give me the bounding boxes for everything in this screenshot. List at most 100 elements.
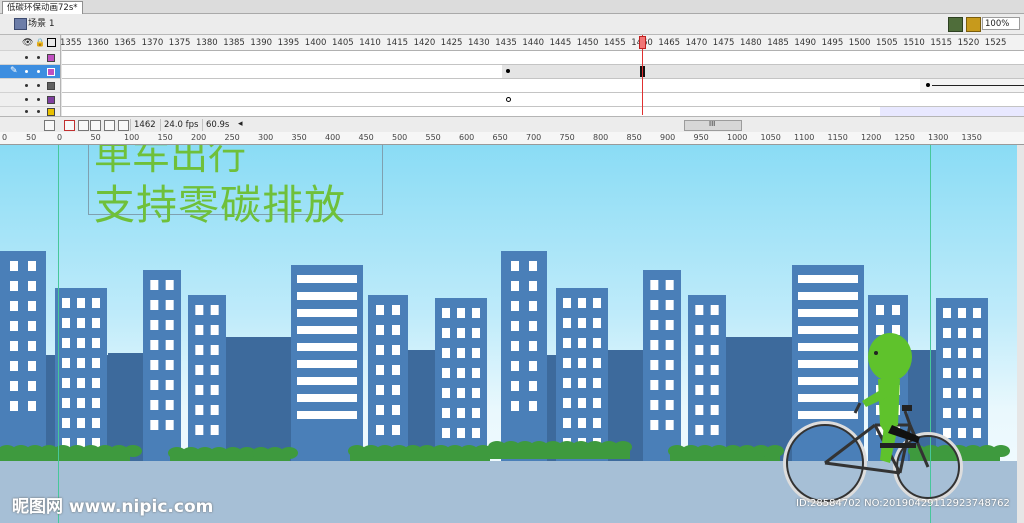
- building-window: [195, 325, 204, 335]
- building-window: [28, 281, 36, 291]
- frame-row[interactable]: [62, 65, 1024, 79]
- layer-row[interactable]: [0, 79, 60, 93]
- onion-skin-icon[interactable]: [78, 120, 89, 131]
- edit-symbol-icon[interactable]: [966, 17, 981, 32]
- building-window: [210, 405, 219, 415]
- stage-canvas[interactable]: 单车出行 支持零碳排放 昵图网 www.nipic.com ID:2858470…: [0, 145, 1024, 523]
- building-window: [665, 420, 674, 430]
- elapsed-time: 60.9s: [202, 119, 232, 131]
- building-window: [876, 305, 884, 315]
- lock-dot[interactable]: [37, 56, 40, 59]
- layer-color-swatch[interactable]: [47, 96, 55, 104]
- frame-number: 1410: [359, 38, 381, 48]
- visibility-dot[interactable]: [25, 70, 28, 73]
- building-window: [376, 365, 384, 375]
- outline-icon[interactable]: [47, 38, 56, 47]
- frame-span[interactable]: [502, 65, 1024, 78]
- ruler-label: 900: [660, 133, 676, 142]
- building-window: [10, 341, 18, 351]
- building-window: [529, 261, 537, 271]
- building-window: [511, 361, 519, 371]
- building-window: [442, 328, 450, 338]
- keyframe[interactable]: [506, 69, 510, 73]
- layer-row[interactable]: [0, 93, 60, 107]
- zoom-field[interactable]: 100%: [982, 17, 1020, 30]
- guide-line[interactable]: [58, 145, 59, 523]
- center-frame-icon[interactable]: [64, 120, 75, 131]
- scroll-left-arrow[interactable]: ◂: [238, 119, 243, 129]
- layer-row-active[interactable]: ✎: [0, 65, 60, 79]
- layer-color-swatch[interactable]: [47, 54, 55, 62]
- visibility-dot[interactable]: [25, 56, 28, 59]
- building-window: [442, 368, 450, 378]
- building-window: [195, 425, 204, 435]
- building-window: [62, 298, 70, 308]
- lock-dot[interactable]: [37, 98, 40, 101]
- building-window: [511, 381, 519, 391]
- building-window: [297, 360, 357, 368]
- empty-keyframe[interactable]: [506, 97, 511, 102]
- building-window: [150, 420, 159, 430]
- bike-handlebar: [902, 405, 912, 411]
- edit-scene-icon[interactable]: [948, 17, 963, 32]
- frame-row[interactable]: [62, 51, 1024, 65]
- layer-color-swatch[interactable]: [47, 68, 55, 76]
- building-window: [376, 425, 384, 435]
- ruler-label: 600: [459, 133, 475, 142]
- frame-number: 1360: [87, 38, 109, 48]
- building-window: [297, 377, 357, 385]
- eye-icon[interactable]: 👁: [22, 38, 33, 48]
- building-window: [593, 338, 601, 348]
- building-window: [195, 405, 204, 415]
- building: [501, 251, 547, 463]
- building-window: [392, 305, 400, 315]
- visibility-dot[interactable]: [25, 110, 28, 113]
- stage-vertical-scrollbar[interactable]: [1017, 145, 1024, 523]
- frame-ruler[interactable]: 1355 1360 1365 1370 1375 1380 1385 1390 1395 1400…: [60, 35, 1024, 51]
- building-window: [665, 320, 674, 330]
- bush-leaf: [614, 441, 632, 453]
- frame-number: 1425: [440, 38, 463, 48]
- frame-number: 1525: [984, 38, 1007, 48]
- frame-rate[interactable]: 24.0 fps: [160, 119, 201, 131]
- lock-dot[interactable]: [37, 110, 40, 113]
- lock-dot[interactable]: [37, 70, 40, 73]
- building-window: [165, 400, 174, 410]
- scene-label[interactable]: 场景 1: [28, 18, 55, 30]
- layer-color-swatch[interactable]: [47, 82, 55, 90]
- onion-markers-icon[interactable]: [118, 120, 129, 131]
- timeline-scroll-thumb[interactable]: III: [684, 120, 742, 131]
- edit-multiple-frames-icon[interactable]: [104, 120, 115, 131]
- building-window: [710, 345, 719, 355]
- building: [643, 270, 681, 463]
- layer-color-swatch[interactable]: [47, 108, 55, 116]
- onion-outline-icon[interactable]: [90, 120, 101, 131]
- watermark: 昵图网 www.nipic.com: [12, 497, 214, 517]
- visibility-dot[interactable]: [25, 84, 28, 87]
- lock-icon[interactable]: 🔒: [35, 38, 45, 47]
- frame-row[interactable]: [62, 79, 1024, 93]
- lock-dot[interactable]: [37, 84, 40, 87]
- building-window: [695, 305, 704, 315]
- building-window: [593, 358, 601, 368]
- building: [143, 270, 181, 463]
- frame-row[interactable]: [62, 93, 1024, 107]
- building-window: [210, 425, 219, 435]
- layer-row[interactable]: [0, 51, 60, 65]
- building-window: [28, 301, 36, 311]
- headline-text[interactable]: 支持零碳排放: [94, 171, 346, 231]
- image-id-text: ID:28584702 NO:20190429112923748762: [796, 498, 1010, 509]
- frame-number: 1365: [114, 38, 137, 48]
- delete-layer-icon[interactable]: [44, 120, 55, 131]
- keyframe[interactable]: [926, 83, 930, 87]
- visibility-dot[interactable]: [25, 98, 28, 101]
- playhead[interactable]: [639, 36, 646, 49]
- document-tab[interactable]: 低碳环保动画72s*: [2, 1, 83, 14]
- cyclist-character[interactable]: [780, 315, 980, 523]
- building-window: [10, 361, 18, 371]
- building-window: [710, 365, 719, 375]
- scene-bar: 场景 1 100%: [0, 14, 1024, 35]
- frame-span[interactable]: [880, 107, 1024, 116]
- building-window: [165, 320, 174, 330]
- building-window: [710, 425, 719, 435]
